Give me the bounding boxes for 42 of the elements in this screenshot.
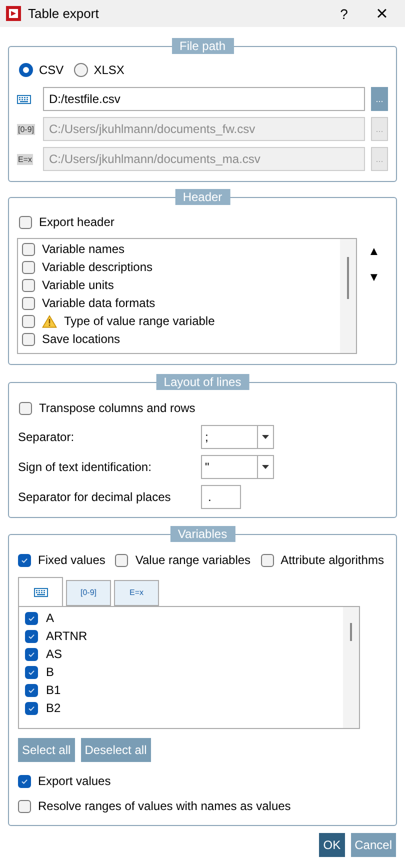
list-item-label: Save locations bbox=[42, 331, 120, 347]
move-up-button[interactable]: ▲ bbox=[368, 242, 380, 260]
checkbox-label: Fixed values bbox=[38, 552, 106, 568]
list-item-label: Type of value range variable bbox=[64, 313, 215, 329]
list-item-label: B1 bbox=[46, 682, 61, 698]
radio-label: XLSX bbox=[94, 62, 124, 78]
field-label: Separator for decimal places bbox=[18, 489, 172, 505]
tab[interactable]: [0-9] bbox=[66, 580, 111, 606]
list-item-label: Variable data formats bbox=[42, 295, 156, 311]
close-button[interactable]: × bbox=[359, 4, 405, 24]
checkbox-label: Attribute algorithms bbox=[280, 552, 384, 568]
tab[interactable]: E=x bbox=[114, 580, 159, 606]
list-item-label: Variable units bbox=[42, 277, 114, 293]
group-legend: Variables bbox=[170, 526, 236, 542]
help-button[interactable]: ? bbox=[329, 6, 359, 22]
checkbox-label: Transpose columns and rows bbox=[39, 400, 196, 416]
group-legend: Header bbox=[174, 189, 230, 205]
checkbox-label: Value range variables bbox=[135, 552, 251, 568]
radio-label: CSV bbox=[39, 62, 64, 78]
path-field[interactable]: D:/testfile.csv bbox=[43, 87, 365, 111]
list-item-label: Variable descriptions bbox=[42, 259, 153, 275]
checkbox-label: Export values bbox=[38, 773, 111, 789]
checkbox-label: Export header bbox=[39, 214, 114, 230]
group-legend: Layout of lines bbox=[156, 374, 250, 390]
field-label: Sign of text identification: bbox=[18, 459, 152, 475]
dropdown[interactable]: " bbox=[201, 455, 274, 479]
list-item-label: B bbox=[46, 664, 54, 680]
list-item-label: Variable names bbox=[42, 241, 124, 257]
tag-icon: E=x bbox=[17, 154, 34, 164]
move-down-button[interactable]: ▼ bbox=[368, 268, 380, 286]
checkbox-label: Resolve ranges of values with names as values bbox=[38, 798, 291, 814]
list-item-label: A bbox=[46, 610, 54, 626]
dialog-button[interactable]: OK bbox=[319, 833, 345, 857]
dropdown[interactable]: ; bbox=[201, 425, 274, 449]
field-label: Separator: bbox=[18, 429, 76, 445]
list-item-label: B2 bbox=[46, 700, 61, 716]
group-legend: File path bbox=[171, 38, 234, 54]
tag-icon: [0-9] bbox=[17, 124, 36, 134]
window-title: Table export bbox=[28, 6, 100, 22]
list-item-label: ARTNR bbox=[46, 628, 88, 644]
text-field[interactable]: . bbox=[201, 485, 241, 509]
list-item-label: AS bbox=[46, 646, 62, 662]
